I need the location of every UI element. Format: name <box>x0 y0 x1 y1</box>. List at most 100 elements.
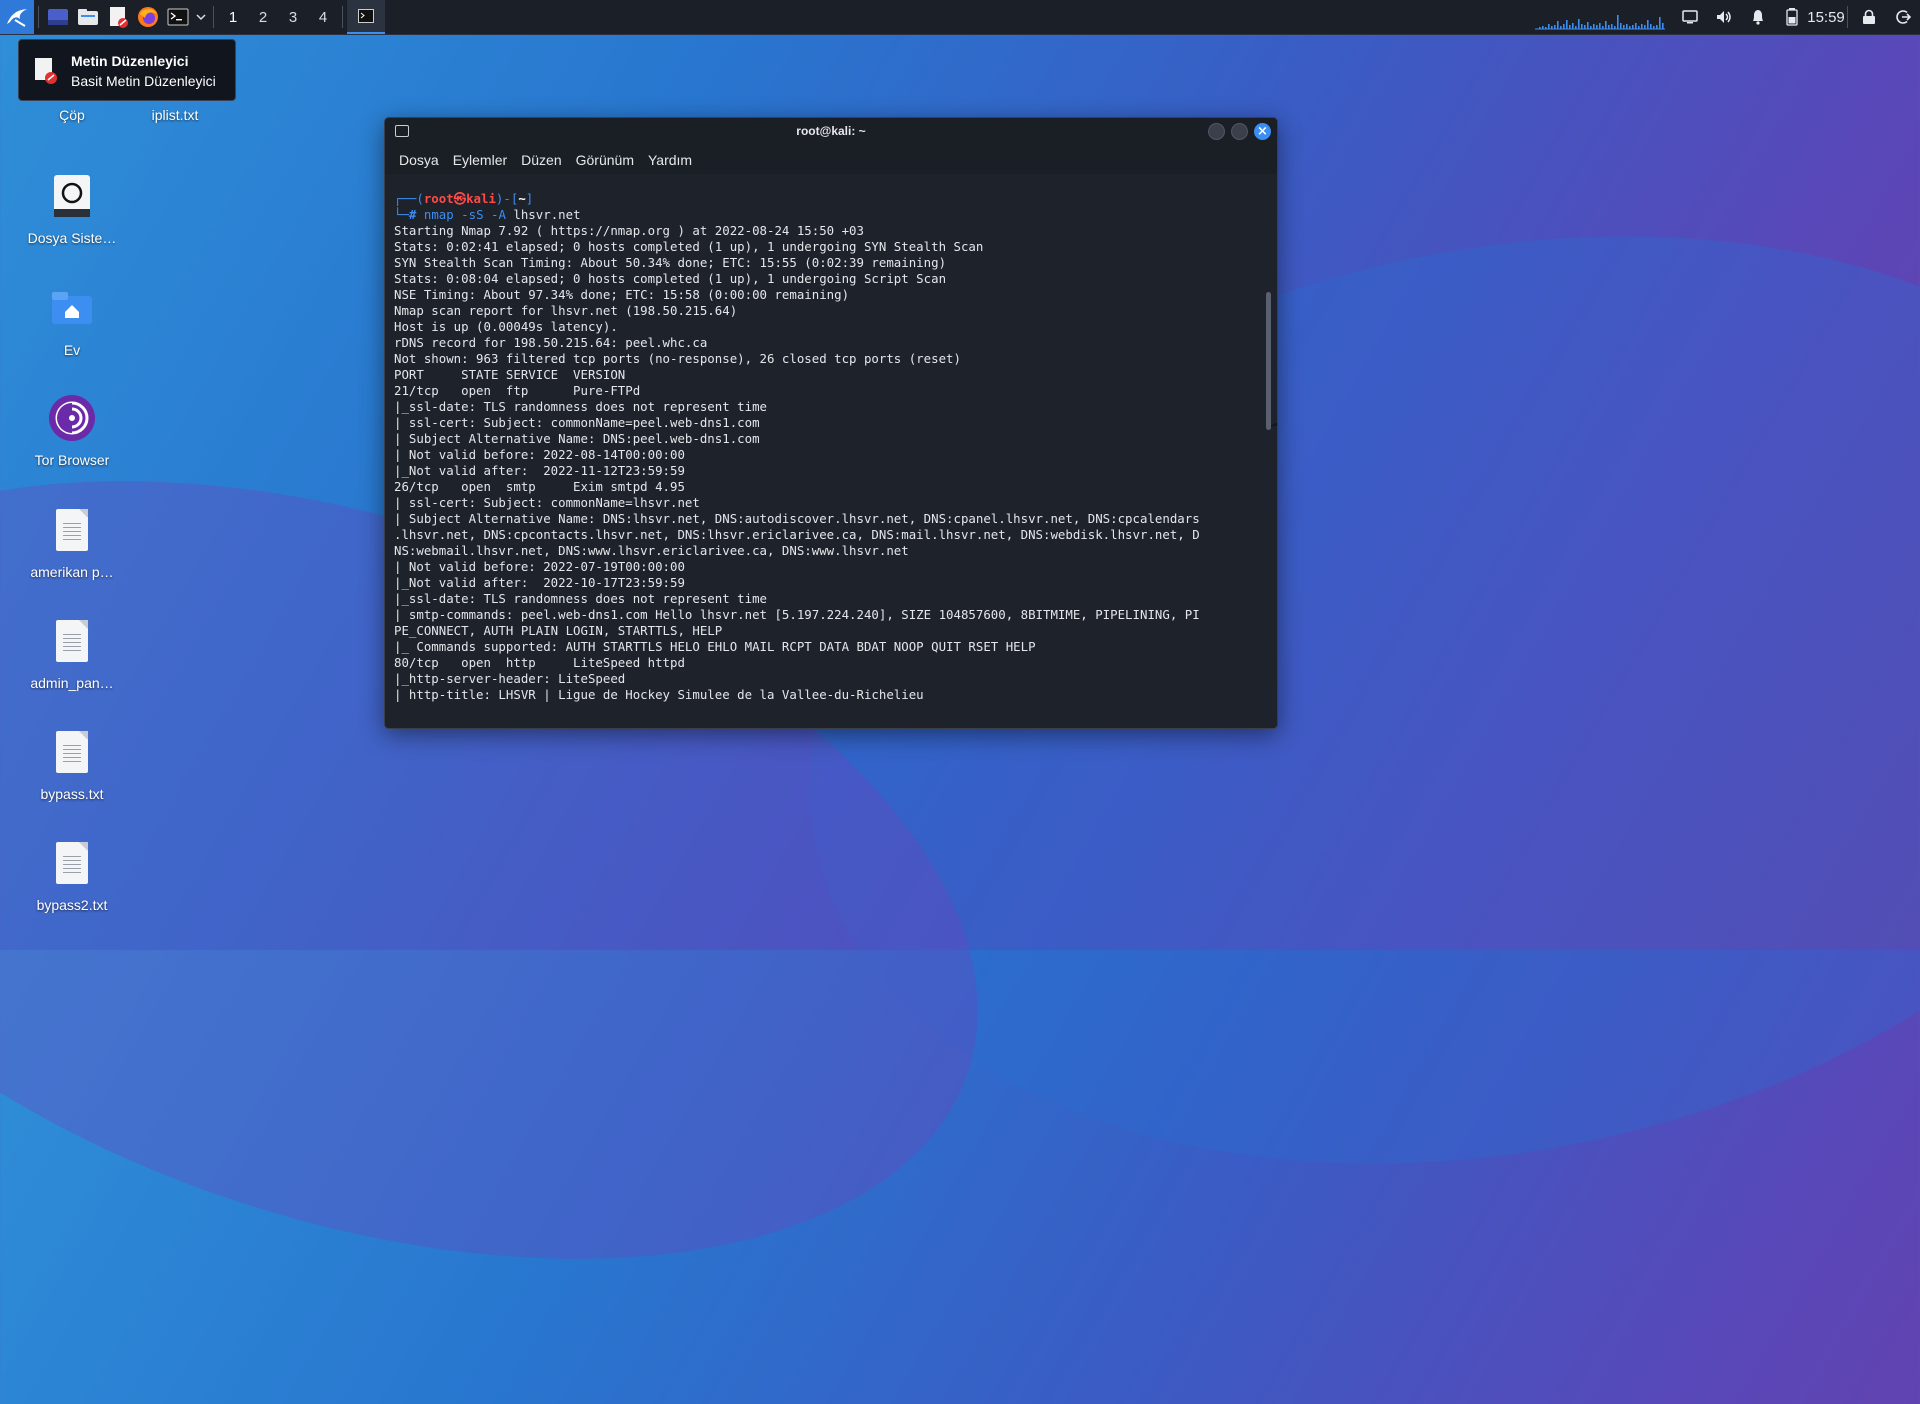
desktop-icon-bypass[interactable]: bypass.txt <box>14 724 130 802</box>
output-line: Stats: 0:08:04 elapsed; 0 hosts complete… <box>394 271 947 286</box>
terminal-text: ┌──(root㉿kali)-[~] └─# nmap -sS -A lhsvr… <box>394 191 1200 703</box>
cpu-graph[interactable] <box>1535 4 1665 30</box>
desktop-icon-bypass2[interactable]: bypass2.txt <box>14 835 130 913</box>
terminal-launcher[interactable] <box>163 0 193 34</box>
output-line: | Not valid before: 2022-07-19T00:00:00 <box>394 559 685 574</box>
lock-screen-button[interactable] <box>1852 0 1886 34</box>
menu-view[interactable]: Görünüm <box>576 152 634 168</box>
command-line: └─# nmap -sS -A lhsvr.net <box>394 207 581 222</box>
output-line: |_ssl-date: TLS randomness does not repr… <box>394 399 767 414</box>
output-line: .lhsvr.net, DNS:cpcontacts.lhsvr.net, DN… <box>394 527 1200 542</box>
text-editor-icon <box>110 7 128 28</box>
output-line: | Subject Alternative Name: DNS:lhsvr.ne… <box>394 511 1200 526</box>
prompt-dir: ~ <box>518 191 526 206</box>
output-line: Starting Nmap 7.92 ( https://nmap.org ) … <box>394 223 864 238</box>
menu-file[interactable]: Dosya <box>399 152 439 168</box>
prompt-line: ┌──(root㉿kali)-[~] <box>394 191 534 206</box>
output-line: PORT STATE SERVICE VERSION <box>394 367 626 382</box>
text-editor-launcher[interactable] <box>103 0 133 34</box>
output-line: Host is up (0.00049s latency). <box>394 319 618 334</box>
desktop-icon-filesystem[interactable]: Dosya Siste… <box>14 168 130 246</box>
desktop-icon-tor-browser[interactable]: Tor Browser <box>14 390 130 468</box>
output-line: |_Not valid after: 2022-10-17T23:59:59 <box>394 575 685 590</box>
output-line: NSE Timing: About 97.34% done; ETC: 15:5… <box>394 287 850 302</box>
battery-icon <box>1786 8 1798 26</box>
desktop-icon-label: Ev <box>63 342 81 358</box>
tooltip-title: Metin Düzenleyici <box>71 53 189 69</box>
taskbar-separator <box>38 6 39 28</box>
output-line: Stats: 0:02:41 elapsed; 0 hosts complete… <box>394 239 984 254</box>
output-line: | Not valid before: 2022-08-14T00:00:00 <box>394 447 685 462</box>
firefox-launcher[interactable] <box>133 0 163 34</box>
bell-icon <box>1753 10 1763 25</box>
command-output: Starting Nmap 7.92 ( https://nmap.org ) … <box>394 223 1200 702</box>
launcher-tooltip: Metin Düzenleyici Basit Metin Düzenleyic… <box>18 39 236 101</box>
desktop-icon-home[interactable]: Ev <box>14 280 130 358</box>
output-line: Not shown: 963 filtered tcp ports (no-re… <box>394 351 961 366</box>
desktop-icon-label: iplist.txt <box>151 107 199 123</box>
terminal-icon <box>358 9 374 23</box>
logout-button[interactable] <box>1886 0 1920 34</box>
menu-bar: Dosya Eylemler Düzen Görünüm Yardım <box>385 146 1277 174</box>
workspace-1[interactable]: 1 <box>218 0 248 34</box>
output-line: |_Not valid after: 2022-11-12T23:59:59 <box>394 463 685 478</box>
taskbar-terminal-window[interactable] <box>347 0 385 34</box>
desktop-icon-label: Çöp <box>59 107 85 123</box>
output-line: | http-title: LHSVR | Ligue de Hockey Si… <box>394 687 924 702</box>
output-line: |_ssl-date: TLS randomness does not repr… <box>394 591 767 606</box>
filesystem-icon <box>44 168 100 224</box>
terminal-window[interactable]: root@kali: ~ × Dosya Eylemler Düzen Görü… <box>384 117 1278 729</box>
system-tray: 15:59 <box>1535 0 1920 34</box>
desktop-icon-amerikan[interactable]: amerikan p… <box>14 502 130 580</box>
launcher-dropdown[interactable] <box>193 0 209 34</box>
file-manager-launcher[interactable] <box>73 0 103 34</box>
window-title: root@kali: ~ <box>796 124 866 138</box>
menu-edit[interactable]: Düzen <box>521 152 561 168</box>
minimize-button[interactable] <box>1208 123 1225 140</box>
output-line: | smtp-commands: peel.web-dns1.com Hello… <box>394 607 1200 622</box>
tooltip-subtitle: Basit Metin Düzenleyici <box>71 73 216 89</box>
output-line: 26/tcp open smtp Exim smtpd 4.95 <box>394 479 685 494</box>
chevron-down-icon <box>196 14 206 21</box>
volume-icon <box>1717 11 1731 23</box>
kali-menu-button[interactable] <box>0 0 34 34</box>
show-desktop-button[interactable] <box>43 0 73 34</box>
taskbar: 1 2 3 4 15:59 <box>0 0 1920 35</box>
terminal-icon <box>167 8 189 26</box>
clock[interactable]: 15:59 <box>1807 0 1845 34</box>
workspace-4[interactable]: 4 <box>308 0 338 34</box>
volume-tray-button[interactable] <box>1707 0 1741 34</box>
desktop-icon-label: Tor Browser <box>34 452 110 468</box>
menu-actions[interactable]: Eylemler <box>453 152 507 168</box>
menu-help[interactable]: Yardım <box>648 152 692 168</box>
monitor-icon <box>1682 10 1698 24</box>
output-line: | ssl-cert: Subject: commonName=peel.web… <box>394 415 760 430</box>
window-titlebar[interactable]: root@kali: ~ × <box>385 118 1277 146</box>
desktop-icon-label: admin_pan… <box>30 675 114 691</box>
notifications-tray-button[interactable] <box>1741 0 1775 34</box>
output-line: |_http-server-header: LiteSpeed <box>394 671 626 686</box>
desktop-icon-label: bypass.txt <box>40 786 104 802</box>
display-tray-button[interactable] <box>1673 0 1707 34</box>
text-editor-icon <box>35 58 57 84</box>
workspace-3[interactable]: 3 <box>278 0 308 34</box>
tor-browser-icon <box>44 390 100 446</box>
text-file-icon <box>44 613 100 669</box>
taskbar-separator <box>1847 6 1848 28</box>
output-line: Nmap scan report for lhsvr.net (198.50.2… <box>394 303 738 318</box>
workspace-2[interactable]: 2 <box>248 0 278 34</box>
scrollbar-thumb[interactable] <box>1266 292 1271 430</box>
maximize-button[interactable] <box>1231 123 1248 140</box>
output-line: PE_CONNECT, AUTH PLAIN LOGIN, STARTTLS, … <box>394 623 723 638</box>
output-line: | Subject Alternative Name: DNS:peel.web… <box>394 431 760 446</box>
desktop-icon-admin-pan[interactable]: admin_pan… <box>14 613 130 691</box>
close-button[interactable]: × <box>1254 123 1271 140</box>
battery-tray-button[interactable] <box>1775 0 1809 34</box>
command-text: nmap -sS -A <box>423 207 506 222</box>
command-argument: lhsvr.net <box>513 207 581 222</box>
desktop-icon-label: Dosya Siste… <box>27 230 117 246</box>
output-line: |_ Commands supported: AUTH STARTTLS HEL… <box>394 639 1036 654</box>
kali-logo-icon <box>7 9 27 27</box>
output-line: rDNS record for 198.50.215.64: peel.whc.… <box>394 335 708 350</box>
prompt-user: root㉿kali <box>423 191 496 206</box>
